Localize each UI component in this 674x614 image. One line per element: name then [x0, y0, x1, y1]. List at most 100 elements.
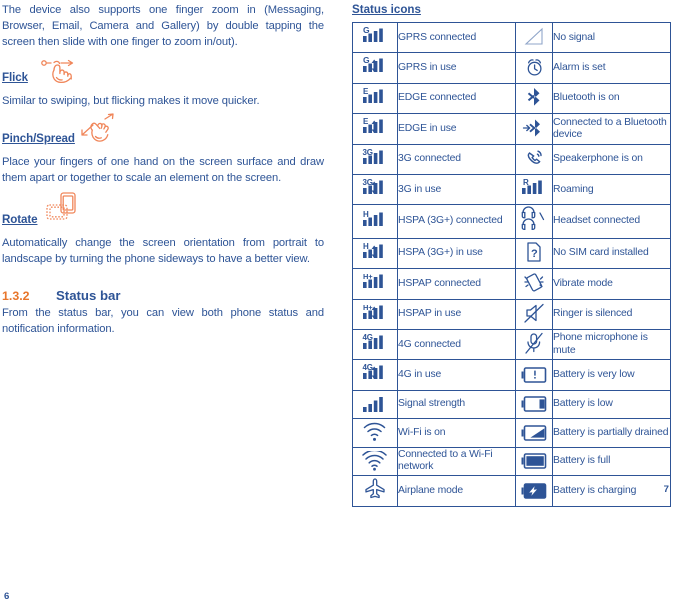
status-label: Battery is full [552, 446, 671, 477]
status-label: Vibrate mode [552, 268, 671, 300]
table-row: E EDGE connected Bluetooth is on [352, 82, 671, 115]
status-label: HSPA (3G+) in use [397, 237, 516, 270]
bluetooth-icon [515, 82, 553, 115]
battery-partial-icon [515, 418, 553, 448]
status-icons-title: Status icons [352, 3, 421, 16]
status-label: Battery is low [552, 389, 671, 420]
alarm-clock-icon [515, 52, 553, 84]
4g-in-use-icon: 4G [352, 359, 398, 391]
table-row: Connected to a Wi-Fi network Battery is … [352, 446, 671, 477]
right-page: Status icons G GPRS connected No signal … [352, 0, 672, 507]
status-label: Connected to a Wi-Fi network [397, 446, 516, 477]
gesture-pinch-spread-description: Place your fingers of one hand on the sc… [2, 155, 324, 185]
status-label: No signal [552, 21, 671, 54]
bluetooth-connected-icon [515, 113, 553, 145]
3g-connected-icon: 3G [352, 143, 398, 176]
signal-strength-icon [352, 389, 398, 420]
status-label: Alarm is set [552, 52, 671, 84]
section-body: From the status bar, you can view both p… [2, 306, 324, 335]
status-label: GPRS in use [397, 52, 516, 84]
status-label: No SIM card installed [552, 237, 671, 270]
section-number: 1.3.2 [2, 288, 30, 303]
svg-text:H: H [363, 242, 369, 251]
status-label: Ringer is silenced [552, 298, 671, 331]
headset-icon [515, 204, 553, 239]
roaming-icon: R [515, 174, 553, 206]
edge-in-use-icon: E [352, 113, 398, 145]
status-label: HSPAP connected [397, 268, 516, 300]
flick-hand-icon [40, 59, 84, 89]
svg-text:H: H [363, 210, 369, 219]
status-label: Phone microphone is mute [552, 329, 671, 361]
table-row: H+ HSPAP in use Ringer is silenced [352, 298, 671, 331]
battery-full-icon [515, 446, 553, 477]
svg-text:E: E [363, 87, 369, 96]
status-label: Speakerphone is on [552, 143, 671, 176]
left-page: The device also supports one finger zoom… [2, 0, 324, 614]
gesture-pinch-spread-heading: Pinch/Spread [2, 131, 75, 145]
3g-in-use-icon: 3G [352, 174, 398, 206]
table-row: 4G 4G in use Battery is very low [352, 359, 671, 391]
hspap-connected-icon: H+ [352, 268, 398, 300]
gesture-rotate: Rotate Automatically change the screen o… [2, 192, 324, 267]
status-label: GPRS connected [397, 21, 516, 54]
svg-text:E: E [363, 117, 369, 126]
table-row: G GPRS in use Alarm is set [352, 52, 671, 84]
section-title: Status bar [56, 287, 121, 303]
status-icons-table-body: G GPRS connected No signal G GPRS in use… [352, 21, 671, 507]
section-heading: 1.3.2 Status bar [2, 288, 324, 303]
wifi-connected-icon [352, 446, 398, 477]
status-label: HSPA (3G+) connected [397, 204, 516, 239]
table-row: H+ HSPAP connected Vibrate mode [352, 268, 671, 300]
rotate-phone-icon [44, 191, 84, 227]
airplane-mode-icon [352, 475, 398, 507]
hspa-connected-icon: H [352, 204, 398, 239]
4g-connected-icon: 4G [352, 329, 398, 361]
battery-very-low-icon [515, 359, 553, 391]
no-signal-icon [515, 21, 553, 54]
svg-text:?: ? [531, 248, 538, 260]
status-label: 4G in use [397, 359, 516, 391]
battery-charging-icon [515, 475, 553, 507]
status-label: Signal strength [397, 389, 516, 420]
table-row: Airplane mode Battery is charging [352, 475, 671, 507]
status-icons-table: G GPRS connected No signal G GPRS in use… [352, 21, 671, 507]
status-label: Connected to a Bluetooth device [552, 113, 671, 145]
table-row: 3G 3G in use R Roaming [352, 174, 671, 206]
gesture-pinch-spread: Pinch/Spread Place your fingers of one h… [2, 113, 324, 186]
gesture-flick-heading: Flick [2, 70, 28, 84]
table-row: 3G 3G connected Speakerphone is on [352, 143, 671, 176]
status-label: 3G connected [397, 143, 516, 176]
no-sim-card-icon: ? [515, 237, 553, 270]
vibrate-icon [515, 268, 553, 300]
status-label: HSPAP in use [397, 298, 516, 331]
gesture-rotate-heading: Rotate [2, 213, 38, 227]
status-label: 3G in use [397, 174, 516, 206]
gesture-rotate-description: Automatically change the screen orientat… [2, 237, 324, 266]
status-label: Battery is very low [552, 359, 671, 391]
table-row: 4G 4G connected Phone microphone is mute [352, 329, 671, 361]
status-label: Wi-Fi is on [397, 418, 516, 448]
microphone-mute-icon [515, 329, 553, 361]
page-number-right: 7 [663, 483, 669, 495]
intro-paragraph: The device also supports one finger zoom… [2, 4, 324, 49]
gesture-flick-description: Similar to swiping, but flicking makes i… [2, 94, 260, 107]
status-label: EDGE in use [397, 113, 516, 145]
status-label: Bluetooth is on [552, 82, 671, 115]
table-row: H HSPA (3G+) in use ? No SIM card instal… [352, 237, 671, 270]
status-label: 4G connected [397, 329, 516, 361]
battery-low-icon [515, 389, 553, 420]
edge-connected-icon: E [352, 82, 398, 115]
page-number-left: 6 [4, 591, 10, 602]
status-label: Roaming [552, 174, 671, 206]
status-label: Battery is partially drained [552, 418, 671, 448]
pinch-spread-hand-icon [77, 113, 121, 147]
gprs-in-use-icon: G [352, 52, 398, 84]
status-label: EDGE connected [397, 82, 516, 115]
ringer-silenced-icon [515, 298, 553, 331]
status-label: Headset connected [552, 204, 671, 239]
wifi-on-icon [352, 418, 398, 448]
speakerphone-icon [515, 143, 553, 176]
table-row: Signal strength Battery is low [352, 389, 671, 420]
status-label: Battery is charging [552, 475, 671, 507]
